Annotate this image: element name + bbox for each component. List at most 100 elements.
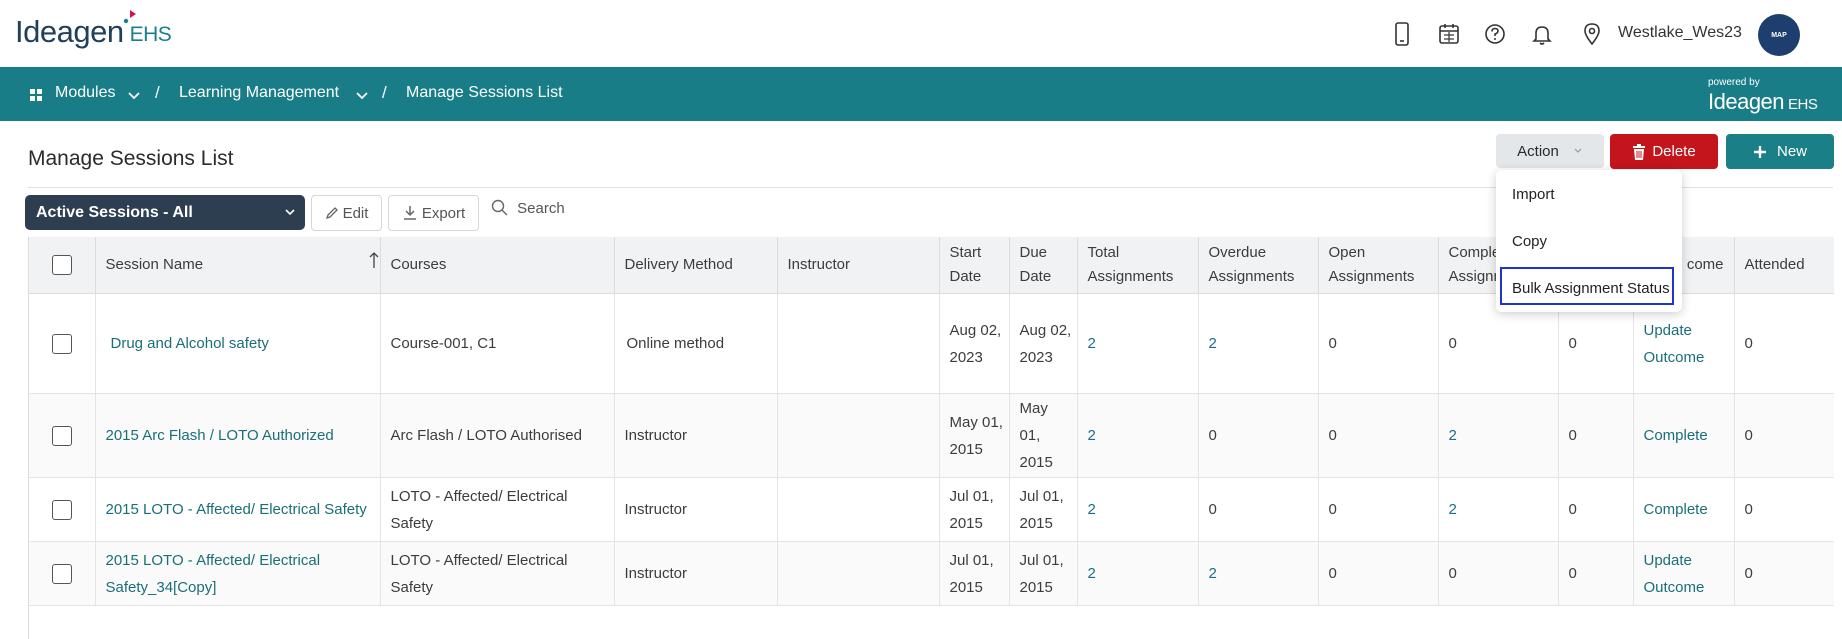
location-pin-icon[interactable] [1581,22,1603,46]
column-header-delivery-method[interactable]: Delivery Method [614,237,778,294]
overdue-assignments-link[interactable]: 2 [1209,565,1217,582]
column-header-label: Delivery Method [624,256,733,273]
total-assignments-link[interactable]: 2 [1088,335,1096,352]
open-assignments-cell: 0 [1318,477,1439,542]
chevron-down-icon [1574,148,1582,153]
attended-cell: 0 [1734,541,1834,606]
column-header-label: Comple [1448,244,1501,261]
help-icon[interactable] [1484,22,1506,46]
instructor-cell [777,541,940,606]
edit-label: Edit [342,204,369,222]
open-assignments-cell: 0 [1318,541,1439,606]
menu-item-bulk-assignment-status[interactable]: Bulk Assignment Status [1512,280,1670,297]
table-row[interactable]: 2015 Arc Flash / LOTO Authorized Arc Fla… [29,393,1834,478]
avatar[interactable]: MAP [1758,14,1800,56]
total-assignments-link[interactable]: 2 [1088,427,1096,444]
attended-cell: 0 [1734,393,1834,478]
row-checkbox[interactable] [51,563,72,584]
logo-mark-icon [123,10,136,24]
search-input[interactable]: Search [491,199,565,225]
menu-item-import[interactable]: Import [1512,186,1555,203]
calendar-icon[interactable] [1438,22,1460,46]
column-header-attended[interactable]: Attended [1734,237,1834,294]
column-header-label: Assignments [1087,268,1174,285]
search-icon [491,199,508,216]
total-assignments-cell: 2 [1077,293,1199,394]
session-name-cell: 2015 LOTO - Affected/ Electrical Safety [95,477,381,542]
breadcrumb-modules[interactable]: Modules [55,84,115,102]
action-dropdown-menu: Import Copy Bulk Assignment Status [1496,170,1682,312]
powered-brand: Ideagen [1708,89,1785,114]
chevron-down-icon[interactable] [356,92,368,100]
menu-item-copy[interactable]: Copy [1512,233,1547,250]
location-name[interactable]: Westlake_Wes23 [1618,24,1742,42]
complete-link[interactable]: Complete [1644,427,1708,444]
session-name-link[interactable]: 2015 Arc Flash / LOTO Authorized [106,427,334,444]
row-checkbox[interactable] [51,499,72,520]
column-header-due-date[interactable]: Due Date [1009,237,1078,294]
delete-button[interactable]: Delete [1610,134,1718,169]
edit-button[interactable]: Edit [311,195,382,231]
session-name-link[interactable]: Drug and Alcohol safety [111,335,269,352]
column-header-instructor[interactable]: Instructor [777,237,940,294]
total-assignments-cell: 2 [1077,477,1199,542]
column-header-session-name[interactable]: Session Name [95,237,381,294]
column-header-overdue-assignments[interactable]: Overdue Assignments [1198,237,1319,294]
overdue-assignments-link[interactable]: 2 [1209,335,1217,352]
table-row[interactable]: 2015 LOTO - Affected/ Electrical Safety_… [29,541,1834,606]
action-button[interactable]: Action [1496,134,1604,168]
session-name-cell: 2015 Arc Flash / LOTO Authorized [95,393,381,478]
session-name-cell: 2015 LOTO - Affected/ Electrical Safety_… [95,541,381,606]
export-button[interactable]: Export [388,195,479,231]
column-header-label: Total [1087,244,1120,261]
hidden-column-cell: 0 [1558,477,1634,542]
new-button[interactable]: New [1726,134,1834,169]
total-assignments-link[interactable]: 2 [1088,501,1096,518]
column-header-label: Date [1019,268,1052,285]
ideagen-logo[interactable]: Ideagen EHS [15,14,172,50]
avatar-text: MAP [1771,31,1787,39]
start-date-cell: Jul 01, 2015 [939,477,1010,542]
row-checkbox[interactable] [51,425,72,446]
hidden-column-cell: 0 [1558,393,1634,478]
start-date-cell: Aug 02, 2023 [939,293,1010,394]
open-assignments-cell: 0 [1318,393,1439,478]
powered-by-logo: Ideagen EHS [1708,89,1818,115]
bell-icon[interactable] [1531,22,1553,46]
delivery-method-cell: Instructor [614,477,778,542]
total-assignments-link[interactable]: 2 [1088,565,1096,582]
sort-ascending-icon[interactable] [368,251,380,269]
start-date-cell: May 01, 2015 [939,393,1010,478]
complete-link[interactable]: Complete [1644,501,1708,518]
due-date-cell: Jul 01, 2015 [1009,477,1078,542]
column-header-label: Start [949,244,982,261]
completed-assignments-link[interactable]: 2 [1449,501,1457,518]
select-all-checkbox[interactable] [51,255,72,275]
session-name-link[interactable]: 2015 LOTO - Affected/ Electrical Safety_… [106,552,321,596]
instructor-cell [777,293,940,394]
row-checkbox[interactable] [51,333,72,354]
table-row[interactable]: 2015 LOTO - Affected/ Electrical Safety … [29,477,1834,542]
chevron-down-icon[interactable] [128,92,140,100]
session-filter-select[interactable]: Active Sessions - All [25,195,305,230]
update-outcome-link[interactable]: Update Outcome [1644,552,1705,596]
column-header-open-assignments[interactable]: Open Assignments [1318,237,1439,294]
row-select-cell [29,293,96,394]
delivery-method-cell: Online method [614,293,778,394]
attended-cell: 0 [1734,293,1834,394]
breadcrumb-learning-management[interactable]: Learning Management [179,84,339,102]
column-header-total-assignments[interactable]: Total Assignments [1077,237,1199,294]
column-header-label: Due [1019,244,1048,261]
completed-assignments-link[interactable]: 2 [1449,427,1457,444]
action-label: Action [1517,142,1559,160]
update-outcome-link[interactable]: Update Outcome [1644,322,1705,366]
column-header-start-date[interactable]: Start Date [939,237,1010,294]
column-header-courses[interactable]: Courses [380,237,615,294]
row-select-cell [29,393,96,478]
column-header-label: Assignments [1208,268,1295,285]
open-assignments-cell: 0 [1318,293,1439,394]
trash-icon [1633,143,1646,160]
due-date-cell: Aug 02, 2023 [1009,293,1078,394]
mobile-device-icon[interactable] [1391,22,1413,46]
session-name-link[interactable]: 2015 LOTO - Affected/ Electrical Safety [106,501,367,518]
